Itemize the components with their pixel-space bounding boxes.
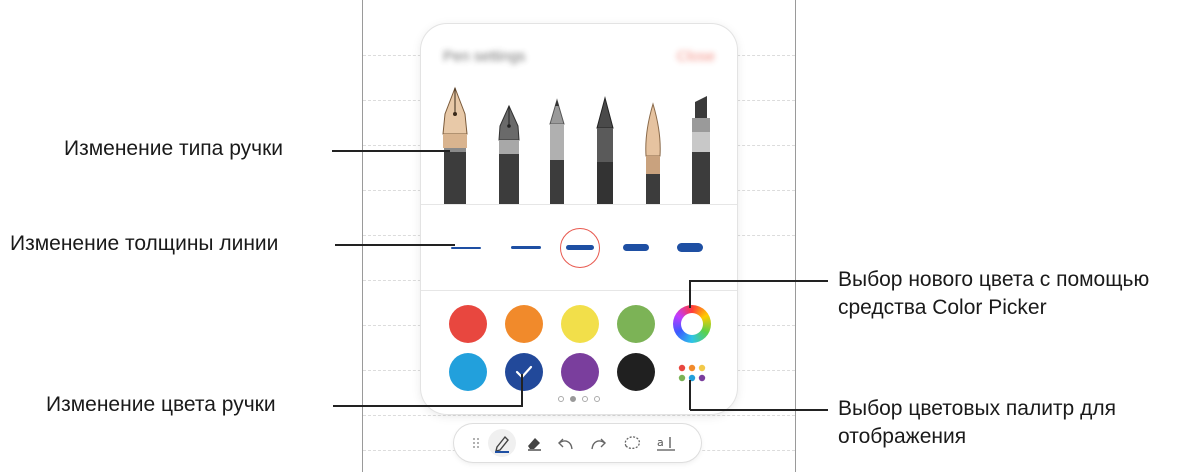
marker-icon[interactable] [587, 84, 623, 204]
line-thickness-leader-line [335, 244, 455, 246]
palettes-label-line1: Выбор цветовых палитр для [838, 397, 1116, 420]
close-button[interactable]: Close [677, 48, 715, 65]
thickness-option-3[interactable] [566, 245, 594, 250]
page-dot[interactable] [582, 396, 588, 402]
color-picker-label-line2: средства Color Picker [838, 296, 1047, 319]
color-swatch-orange[interactable] [505, 305, 543, 343]
color-picker-leader-line-vertical [689, 280, 691, 308]
color-picker-icon[interactable] [673, 305, 711, 343]
page-dot[interactable] [594, 396, 600, 402]
fountain-pen-icon[interactable] [437, 84, 473, 204]
lasso-icon[interactable] [618, 429, 646, 457]
redo-icon[interactable] [584, 429, 612, 457]
thickness-option-5[interactable] [677, 243, 703, 252]
highlighter-icon[interactable] [683, 84, 719, 204]
palette-dots-icon[interactable] [677, 363, 707, 383]
thickness-option-2[interactable] [511, 246, 541, 249]
color-swatch-yellow[interactable] [561, 305, 599, 343]
color-swatch-purple[interactable] [561, 353, 599, 391]
pen-icon[interactable] [488, 429, 516, 457]
pen-type-label: Изменение типа ручки [64, 137, 283, 160]
pen-color-leader-line [333, 405, 523, 407]
checkmark-icon [515, 365, 533, 379]
pen-color-leader-line-vertical [521, 374, 523, 406]
color-picker-leader-line [690, 280, 828, 282]
page-dot[interactable] [558, 396, 564, 402]
drawing-toolbar: a [454, 424, 701, 462]
thickness-option-4[interactable] [623, 244, 649, 251]
eraser-icon[interactable] [520, 429, 548, 457]
calligraphy-pen-icon[interactable] [491, 84, 527, 204]
pen-type-leader-line [332, 150, 450, 152]
undo-icon[interactable] [552, 429, 580, 457]
phone-screen: Pen settings Close a [362, 0, 796, 472]
drag-handle-icon[interactable] [462, 429, 490, 457]
note-line [363, 415, 795, 416]
pen-color-label: Изменение цвета ручки [46, 393, 276, 416]
page-dot-active[interactable] [570, 396, 576, 402]
palettes-leader-line-vertical [689, 380, 691, 410]
pen-settings-panel: Pen settings Close [421, 24, 737, 414]
color-swatch-green[interactable] [617, 305, 655, 343]
thickness-option-1[interactable] [451, 247, 481, 249]
pen-type-selector [421, 86, 737, 204]
color-swatch-blue-selected[interactable] [505, 353, 543, 391]
color-swatch-black[interactable] [617, 353, 655, 391]
palettes-leader-line [690, 409, 828, 411]
color-swatch-light-blue[interactable] [449, 353, 487, 391]
svg-text:a: a [657, 436, 664, 449]
line-thickness-selector [421, 204, 737, 290]
text-icon[interactable]: a [652, 429, 680, 457]
pencil-icon[interactable] [539, 84, 575, 204]
palettes-label-line2: отображения [838, 425, 967, 448]
panel-title: Pen settings [443, 48, 526, 65]
brush-icon[interactable] [635, 84, 671, 204]
line-thickness-label: Изменение толщины линии [10, 232, 279, 255]
color-picker-label-line1: Выбор нового цвета с помощью [838, 268, 1150, 291]
color-swatch-red[interactable] [449, 305, 487, 343]
